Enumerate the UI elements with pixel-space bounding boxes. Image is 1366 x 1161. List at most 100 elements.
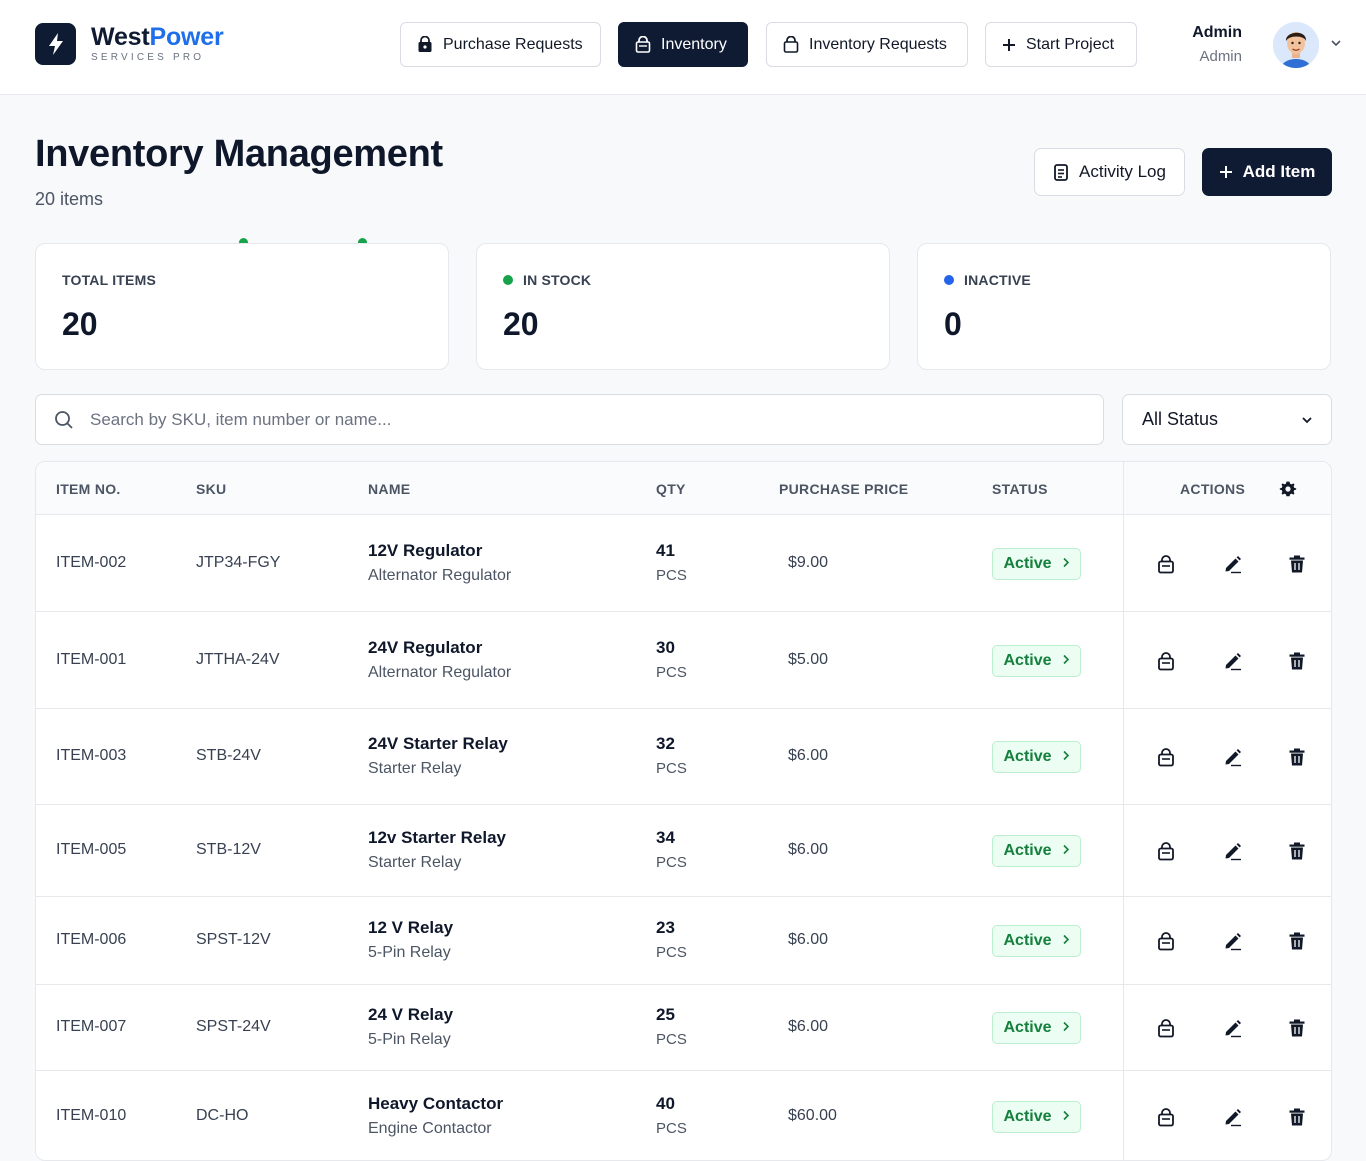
sku: JTP34-FGY: [196, 554, 281, 571]
status-badge[interactable]: Active: [992, 925, 1081, 957]
chevron-right-icon: [1062, 1019, 1070, 1037]
table-row[interactable]: ITEM-005 STB-12V 12v Starter Relay Starter …: [36, 805, 1331, 897]
delete-trash-icon[interactable]: [1285, 649, 1309, 673]
nav-purchase-requests[interactable]: Purchase Requests: [400, 22, 601, 67]
item-number: ITEM-002: [56, 554, 127, 571]
sku: JTTHA-24V: [196, 651, 280, 668]
item-name-cell: 12 V Relay 5-Pin Relay: [368, 918, 453, 962]
stat-value: 0: [944, 306, 962, 342]
edit-pencil-icon[interactable]: [1220, 745, 1244, 769]
status-dot-green: [503, 275, 513, 285]
activity-log-button[interactable]: Activity Log: [1034, 148, 1185, 196]
sku: DC-HO: [196, 1107, 249, 1124]
nav-inventory[interactable]: Inventory: [618, 22, 748, 67]
edit-pencil-icon[interactable]: [1220, 649, 1244, 673]
brand-tagline: SERVICES PRO: [91, 52, 205, 63]
chevron-right-icon: [1062, 932, 1070, 950]
request-bag-icon[interactable]: [1154, 1105, 1178, 1129]
column-header-purchase-price[interactable]: PURCHASE PRICE: [779, 481, 908, 497]
avatar[interactable]: [1273, 22, 1319, 68]
status-badge[interactable]: Active: [992, 1012, 1081, 1044]
column-header-qty[interactable]: QTY: [656, 481, 686, 497]
bag-icon: [635, 36, 651, 53]
delete-trash-icon[interactable]: [1285, 929, 1309, 953]
status-badge[interactable]: Active: [992, 645, 1081, 677]
inventory-table: ITEM NO. SKU NAME QTY PURCHASE PRICE STA…: [35, 461, 1332, 1161]
status-label: Active: [1003, 652, 1052, 669]
quantity-cell: 32 PCS: [656, 734, 687, 777]
chevron-down-icon[interactable]: [1330, 37, 1342, 49]
status-badge[interactable]: Active: [992, 548, 1081, 580]
edit-pencil-icon[interactable]: [1220, 1016, 1244, 1040]
edit-pencil-icon[interactable]: [1220, 552, 1244, 576]
purchase-price: $9.00: [788, 554, 829, 571]
table-row[interactable]: ITEM-002 JTP34-FGY 12V Regulator Alternator…: [36, 515, 1331, 612]
nav-inventory-requests[interactable]: Inventory Requests: [766, 22, 968, 67]
quantity: 41: [656, 541, 675, 560]
status-badge[interactable]: Active: [992, 1101, 1081, 1133]
table-row[interactable]: ITEM-001 JTTHA-24V 24V Regulator Alternator…: [36, 612, 1331, 709]
gear-icon[interactable]: [1279, 480, 1297, 498]
delete-trash-icon[interactable]: [1285, 552, 1309, 576]
column-header-item-no[interactable]: ITEM NO.: [56, 481, 121, 497]
user-menu[interactable]: Admin Admin: [1190, 22, 1350, 72]
item-description: Starter Relay: [368, 760, 462, 777]
table-row[interactable]: ITEM-010 DC-HO Heavy Contactor Engine Conta…: [36, 1071, 1331, 1160]
status-badge[interactable]: Active: [992, 741, 1081, 773]
edit-pencil-icon[interactable]: [1220, 1105, 1244, 1129]
request-bag-icon[interactable]: [1154, 1016, 1178, 1040]
delete-trash-icon[interactable]: [1285, 745, 1309, 769]
table-row[interactable]: ITEM-007 SPST-24V 24 V Relay 5-Pin Relay 25 P…: [36, 985, 1331, 1071]
item-name: 24V Starter Relay: [368, 734, 508, 753]
request-bag-icon[interactable]: [1154, 745, 1178, 769]
item-name: Heavy Contactor: [368, 1094, 504, 1113]
plus-icon: [1003, 38, 1015, 51]
edit-pencil-icon[interactable]: [1220, 839, 1244, 863]
add-item-label: Add Item: [1242, 162, 1316, 181]
delete-trash-icon[interactable]: [1285, 1105, 1309, 1129]
quantity-unit: PCS: [656, 1120, 687, 1137]
item-name: 12v Starter Relay: [368, 828, 506, 847]
search-input[interactable]: [90, 409, 990, 430]
chevron-right-icon: [1062, 652, 1070, 670]
stat-value: 20: [503, 306, 539, 342]
status-label: Active: [1003, 1108, 1052, 1125]
purchase-price: $5.00: [788, 651, 829, 668]
status-filter-select[interactable]: All Status: [1122, 394, 1332, 445]
item-name-cell: 12v Starter Relay Starter Relay: [368, 828, 506, 872]
status-badge[interactable]: Active: [992, 835, 1081, 867]
column-header-sku[interactable]: SKU: [196, 481, 226, 497]
edit-pencil-icon[interactable]: [1220, 929, 1244, 953]
request-bag-icon[interactable]: [1154, 552, 1178, 576]
sku: SPST-12V: [196, 931, 271, 948]
activity-log-label: Activity Log: [1079, 162, 1166, 181]
search-bar: [35, 394, 1104, 445]
chevron-right-icon: [1062, 1108, 1070, 1126]
stat-label: TOTAL ITEMS: [62, 272, 156, 288]
request-bag-icon[interactable]: [1154, 649, 1178, 673]
column-header-status[interactable]: STATUS: [992, 481, 1048, 497]
table-header: ITEM NO. SKU NAME QTY PURCHASE PRICE STA…: [36, 462, 1331, 515]
delete-trash-icon[interactable]: [1285, 839, 1309, 863]
logo-bolt-icon[interactable]: [35, 23, 76, 65]
table-row[interactable]: ITEM-006 SPST-12V 12 V Relay 5-Pin Relay 23 P…: [36, 897, 1331, 985]
user-role: Admin: [1199, 48, 1242, 65]
bag-icon: [418, 36, 432, 52]
nav-label: Purchase Requests: [443, 35, 583, 53]
add-item-button[interactable]: Add Item: [1202, 148, 1332, 196]
quantity-unit: PCS: [656, 664, 687, 681]
chevron-right-icon: [1062, 748, 1070, 766]
item-name-cell: 12V Regulator Alternator Regulator: [368, 541, 511, 585]
table-row[interactable]: ITEM-003 STB-24V 24V Starter Relay Starter …: [36, 709, 1331, 805]
quantity-cell: 34 PCS: [656, 828, 687, 871]
item-number: ITEM-007: [56, 1018, 127, 1035]
item-name-cell: Heavy Contactor Engine Contactor: [368, 1094, 503, 1138]
nav-label: Start Project: [1026, 35, 1115, 53]
delete-trash-icon[interactable]: [1285, 1016, 1309, 1040]
request-bag-icon[interactable]: [1154, 839, 1178, 863]
column-header-name[interactable]: NAME: [368, 481, 410, 497]
status-label: Active: [1003, 842, 1052, 859]
stat-label: INACTIVE: [944, 272, 1031, 288]
request-bag-icon[interactable]: [1154, 929, 1178, 953]
nav-start-project[interactable]: Start Project: [985, 22, 1137, 67]
